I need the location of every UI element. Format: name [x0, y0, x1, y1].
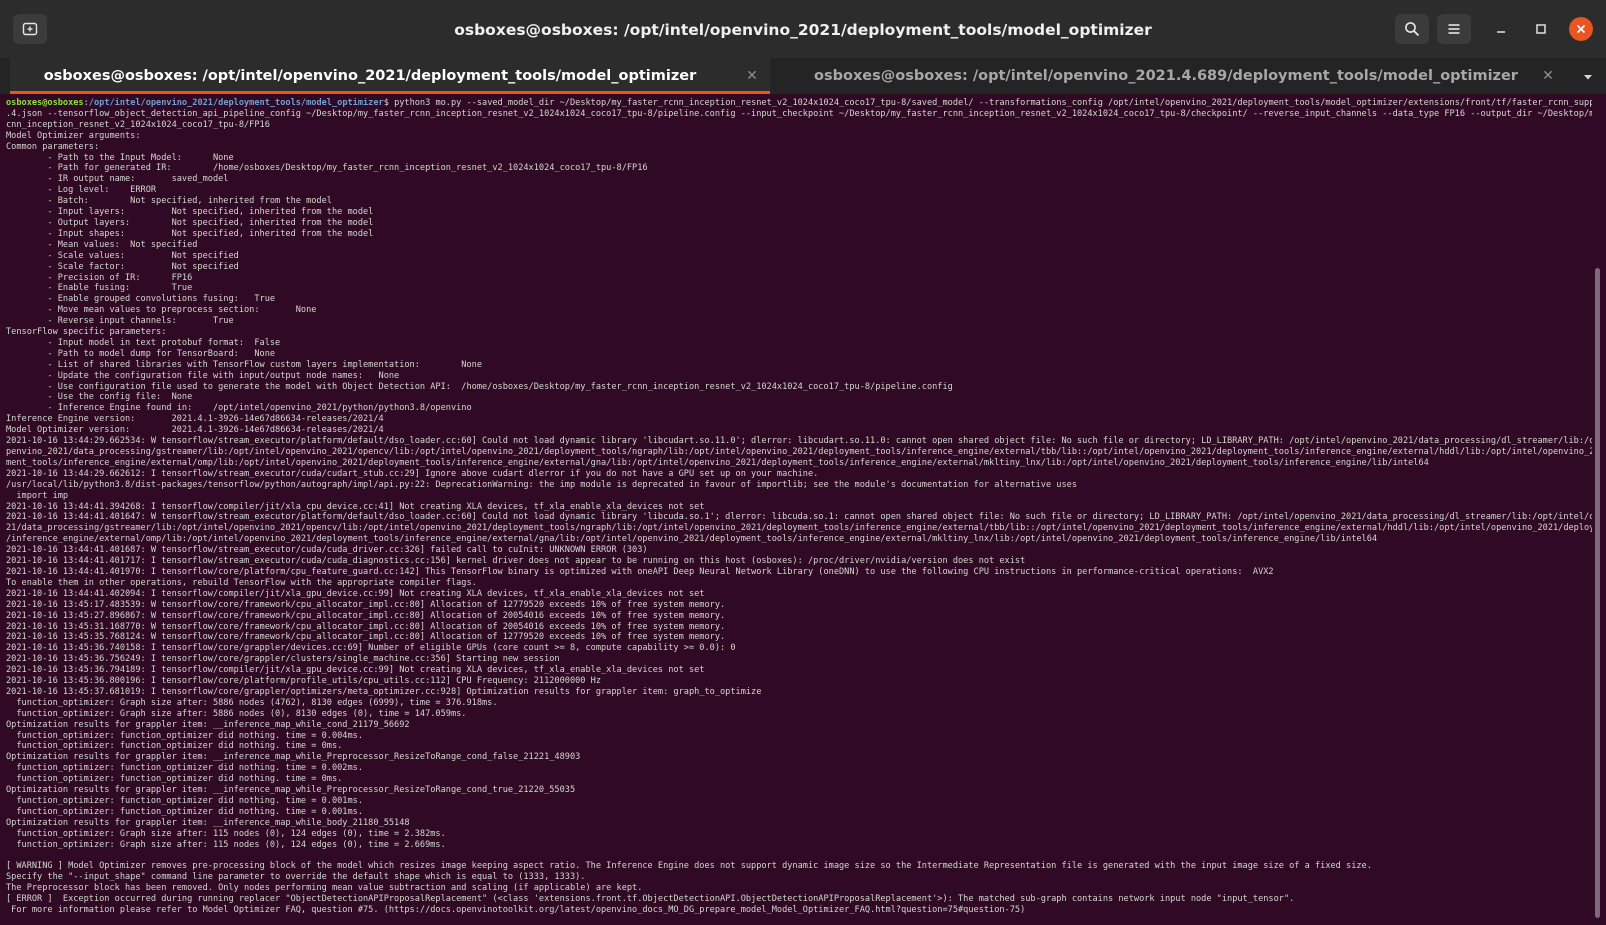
scrollbar[interactable]	[1594, 96, 1602, 923]
tab-label: osboxes@osboxes: /opt/intel/openvino_202…	[43, 68, 697, 84]
scrollbar-thumb[interactable]	[1595, 268, 1600, 918]
new-tab-icon[interactable]	[13, 14, 47, 44]
prompt-path: /opt/intel/openvino_2021/deployment_tool…	[88, 98, 384, 108]
prompt-user: osboxes@osboxes	[6, 98, 84, 108]
tab-model-optimizer-2021[interactable]: osboxes@osboxes: /opt/intel/openvino_202…	[10, 58, 770, 94]
chevron-down-icon[interactable]	[1582, 58, 1594, 94]
terminal-output[interactable]: osboxes@osboxes:/opt/intel/openvino_2021…	[6, 98, 1592, 923]
maximize-icon[interactable]	[1529, 17, 1553, 41]
tab-model-optimizer-2021-4-689[interactable]: osboxes@osboxes: /opt/intel/openvino_202…	[806, 58, 1566, 94]
tab-label: osboxes@osboxes: /opt/intel/openvino_202…	[814, 68, 1518, 84]
minimize-icon[interactable]	[1489, 17, 1513, 41]
header-bar: osboxes@osboxes: /opt/intel/openvino_202…	[0, 0, 1606, 59]
tab-bar: osboxes@osboxes: /opt/intel/openvino_202…	[0, 58, 1606, 94]
window-title: osboxes@osboxes: /opt/intel/openvino_202…	[454, 21, 1152, 39]
close-icon[interactable]	[1569, 17, 1593, 41]
hamburger-menu-icon[interactable]	[1437, 14, 1471, 44]
search-icon[interactable]	[1395, 14, 1429, 44]
close-tab-icon[interactable]: ✕	[742, 58, 762, 94]
terminal-window: osboxes@osboxes: /opt/intel/openvino_202…	[0, 0, 1606, 925]
command-output: Model Optimizer arguments: Common parame…	[6, 130, 1592, 916]
close-tab-icon[interactable]: ✕	[1538, 58, 1558, 94]
